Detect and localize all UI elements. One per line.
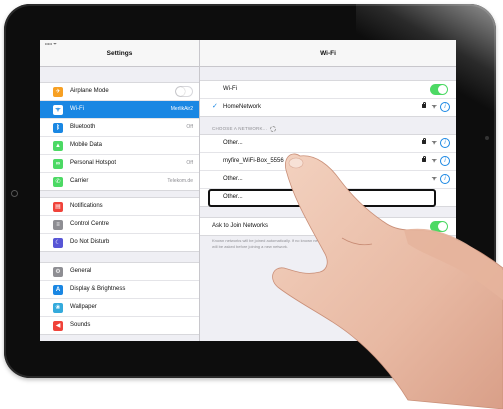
brightness-icon: A [53,285,63,295]
row-label: Wallpaper [70,304,97,310]
master-title: Settings [106,50,133,57]
settings-row-sounds[interactable]: ◀ Sounds [40,317,199,334]
row-value: Off [186,160,193,166]
network-row[interactable]: Other... ᯤ i [200,171,456,189]
row-label: Bluetooth [70,124,96,130]
gear-icon: ⚙ [53,267,63,277]
settings-row-display-brightness[interactable]: A Display & Brightness [40,281,199,299]
settings-row-do-not-disturb[interactable]: ☾ Do Not Disturb [40,234,199,251]
row-value: MerlikAir2 [170,106,193,112]
network-row[interactable]: Other... ᯤ i [200,135,456,153]
settings-row-wallpaper[interactable]: ❀ Wallpaper [40,299,199,317]
row-label: Airplane Mode [70,88,109,94]
ask-to-join-row: Ask to Join Networks [200,218,456,235]
front-sensor-dot [11,190,18,197]
row-label: General [70,268,92,274]
settings-row-notifications[interactable]: ▤ Notifications [40,198,199,216]
row-value: Telekom.de [167,178,193,184]
row-label: Wi-Fi [70,106,84,112]
settings-row-wifi[interactable]: ᯤ Wi-Fi MerlikAir2 [40,101,199,119]
checkmark-icon: ✓ [212,103,218,110]
row-label: Control Centre [70,221,110,227]
row-label: Personal Hotspot [70,160,117,166]
wifi-label: Wi-Fi [223,86,237,92]
row-label: Carrier [70,178,89,184]
settings-row-general[interactable]: ⚙ General [40,263,199,281]
wallpaper-icon: ❀ [53,303,63,313]
row-value: Off [186,124,193,130]
info-icon[interactable]: i [440,156,450,166]
network-row-target[interactable]: myfire_WiFi-Box_5556 ᯤ i [200,153,456,171]
settings-row-bluetooth[interactable]: ᛒ Bluetooth Off [40,119,199,137]
network-label: myfire_WiFi-Box_5556 [223,158,284,164]
connected-network-row[interactable]: ✓ HomeNetwork ᯤ i [200,99,456,116]
ask-to-join-footnote: Known networks will be joined automatica… [212,238,362,249]
wifi-toggle-row: Wi-Fi [200,81,456,99]
settings-row-personal-hotspot[interactable]: ∞ Personal Hotspot Off [40,155,199,173]
ask-to-join-toggle[interactable] [430,221,448,232]
settings-row-airplane-mode[interactable]: ✈ Airplane Mode [40,83,199,101]
settings-group-notifications: ▤ Notifications ≡ Control Centre ☾ Do No… [40,197,199,252]
lock-icon [422,101,426,108]
camera-dot [485,136,489,140]
loading-spinner-icon [270,126,277,132]
wifi-signal-icon: ᯤ [431,176,437,182]
ask-to-join-label: Ask to Join Networks [212,223,269,229]
wifi-signal-icon: ᯤ [431,104,437,110]
settings-group-connectivity: ✈ Airplane Mode ᯤ Wi-Fi MerlikAir2 ᛒ Blu… [40,82,199,191]
row-label: Mobile Data [70,142,103,148]
airplane-icon: ✈ [53,87,63,97]
row-label: Notifications [70,203,103,209]
ask-to-join-group: Ask to Join Networks [200,217,456,236]
info-icon[interactable]: i [440,102,450,112]
antenna-icon: ▲ [53,141,63,151]
network-label: Other... [223,176,243,182]
settings-master-pane: Settings ✈ Airplane Mode ᯤ Wi-Fi MerlikA… [40,40,200,341]
ipad-screen: Settings ✈ Airplane Mode ᯤ Wi-Fi MerlikA… [40,40,456,341]
info-icon[interactable]: i [440,138,450,148]
wifi-detail-pane: Wi-Fi Wi-Fi ✓ HomeNetwork ᯤ i CHOOSE A N… [200,40,456,341]
settings-row-carrier[interactable]: ✆ Carrier Telekom.de [40,173,199,190]
settings-row-mobile-data[interactable]: ▲ Mobile Data [40,137,199,155]
speaker-icon: ◀ [53,321,63,331]
phone-icon: ✆ [53,177,63,187]
choose-network-header: CHOOSE A NETWORK... [212,126,277,132]
row-label: Sounds [70,322,91,328]
wifi-icon: ᯤ [53,105,63,115]
control-centre-icon: ≡ [53,220,63,230]
connected-network-label: HomeNetwork [223,104,262,110]
hotspot-icon: ∞ [53,159,63,169]
row-label: Do Not Disturb [70,239,110,245]
network-label: Other... [223,140,243,146]
lock-icon [422,137,426,144]
section-header-text: CHOOSE A NETWORK... [212,126,268,132]
wifi-signal-icon: ᯤ [431,140,437,146]
lock-icon [422,155,426,162]
settings-row-control-centre[interactable]: ≡ Control Centre [40,216,199,234]
row-label: Display & Brightness [70,286,126,292]
detail-title: Wi-Fi [320,50,336,57]
bluetooth-icon: ᛒ [53,123,63,133]
selected-network-highlight [208,189,436,207]
info-icon[interactable]: i [440,174,450,184]
notifications-icon: ▤ [53,202,63,212]
wifi-toggle[interactable] [430,84,448,95]
airplane-mode-toggle[interactable] [175,86,193,97]
wifi-toggle-group: Wi-Fi ✓ HomeNetwork ᯤ i [200,80,456,117]
wifi-signal-icon: ᯤ [431,158,437,164]
settings-group-general: ⚙ General A Display & Brightness ❀ Wallp… [40,262,199,335]
moon-icon: ☾ [53,238,63,248]
